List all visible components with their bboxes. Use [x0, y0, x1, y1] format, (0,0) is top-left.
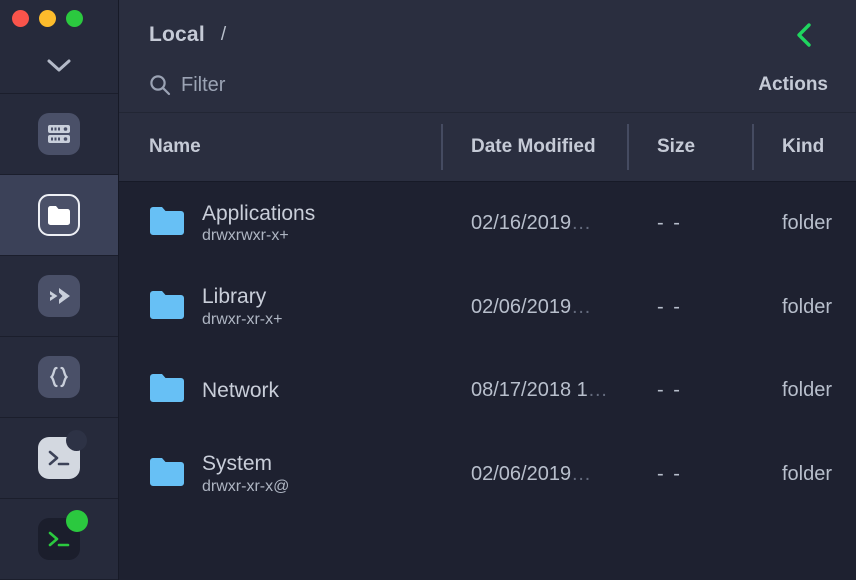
breadcrumb: Local / [149, 0, 856, 58]
file-date: 02/06/2019… [471, 463, 591, 486]
file-name: Library [202, 285, 282, 309]
file-kind: folder [782, 296, 832, 319]
sidebar-item-code[interactable] [0, 337, 118, 418]
cell-size: - - [627, 182, 752, 266]
sidebar-item-files[interactable] [0, 175, 118, 256]
cell-kind: folder [752, 349, 856, 433]
column-header-date-modified[interactable]: Date Modified [441, 113, 627, 181]
file-size: - - [657, 212, 682, 235]
main-panel: Local / Filter Actions [119, 0, 856, 580]
file-list: Applications drwxrwxr-x+ 02/16/2019… - -… [119, 182, 856, 580]
file-name-block: System drwxr-xr-x@ [202, 452, 289, 496]
table-row[interactable]: Network 08/17/2018 1… - - folder [119, 349, 856, 433]
cell-size: - - [627, 349, 752, 433]
folder-icon [38, 194, 80, 236]
chevron-down-icon [46, 57, 72, 73]
toolbar: Local / Filter Actions [119, 0, 856, 112]
search-icon [149, 74, 171, 96]
close-button[interactable] [12, 10, 29, 27]
cell-kind: folder [752, 182, 856, 266]
filter-placeholder: Filter [181, 74, 225, 97]
sidebar-item-transfers[interactable] [0, 256, 118, 337]
table-row[interactable]: Library drwxr-xr-x+ 02/06/2019… - - fold… [119, 266, 856, 350]
cell-date-modified: 02/06/2019… [441, 433, 627, 517]
cell-size: - - [627, 433, 752, 517]
folder-icon [149, 290, 185, 325]
file-permissions: drwxr-xr-x+ [202, 311, 282, 329]
cell-kind: folder [752, 433, 856, 517]
cell-name: Library drwxr-xr-x+ [119, 266, 441, 350]
column-header-kind[interactable]: Kind [752, 113, 856, 181]
truncation-ellipsis: … [571, 463, 591, 485]
terminal-icon [38, 518, 80, 560]
file-date: 02/06/2019… [471, 296, 591, 319]
actions-button[interactable]: Actions [758, 74, 828, 96]
status-badge [66, 430, 87, 451]
curly-braces-icon [38, 356, 80, 398]
folder-icon [149, 457, 185, 492]
file-date: 02/16/2019… [471, 212, 591, 235]
sidebar-rail [0, 94, 118, 580]
sidebar-item-servers[interactable] [0, 94, 118, 175]
file-name-block: Applications drwxrwxr-x+ [202, 202, 315, 246]
zoom-button[interactable] [66, 10, 83, 27]
file-name: Applications [202, 202, 315, 226]
file-name-block: Network [202, 379, 279, 403]
sidebar [0, 0, 119, 580]
file-size: - - [657, 296, 682, 319]
sidebar-item-terminal[interactable] [0, 418, 118, 499]
folder-icon [149, 206, 185, 241]
cell-name: System drwxr-xr-x@ [119, 433, 441, 517]
column-header-size[interactable]: Size [627, 113, 752, 181]
app-window: Local / Filter Actions [0, 0, 856, 580]
cell-name: Applications drwxrwxr-x+ [119, 182, 441, 266]
cell-date-modified: 02/06/2019… [441, 266, 627, 350]
truncation-ellipsis: … [571, 212, 591, 234]
double-arrow-icon [38, 275, 80, 317]
cell-name: Network [119, 349, 441, 433]
file-size: - - [657, 463, 682, 486]
cell-kind: folder [752, 266, 856, 350]
file-permissions: drwxr-xr-x@ [202, 478, 289, 496]
terminal-icon [38, 437, 80, 479]
back-button[interactable] [794, 22, 816, 48]
breadcrumb-item-local[interactable]: Local [149, 23, 205, 47]
search-input[interactable]: Filter [149, 74, 225, 97]
breadcrumb-separator: / [221, 24, 226, 46]
file-name: Network [202, 379, 279, 403]
folder-icon [149, 373, 185, 408]
table-row[interactable]: Applications drwxrwxr-x+ 02/16/2019… - -… [119, 182, 856, 266]
file-permissions: drwxrwxr-x+ [202, 227, 315, 245]
filter-row: Filter Actions [149, 58, 856, 112]
sidebar-collapse-button[interactable] [0, 37, 118, 94]
status-badge [66, 510, 88, 532]
file-name: System [202, 452, 289, 476]
file-size: - - [657, 379, 682, 402]
minimize-button[interactable] [39, 10, 56, 27]
file-name-block: Library drwxr-xr-x+ [202, 285, 282, 329]
cell-date-modified: 02/16/2019… [441, 182, 627, 266]
cell-size: - - [627, 266, 752, 350]
file-kind: folder [782, 463, 832, 486]
file-kind: folder [782, 212, 832, 235]
chevron-left-icon [794, 22, 816, 48]
file-kind: folder [782, 379, 832, 402]
column-header-name[interactable]: Name [119, 113, 441, 181]
sidebar-item-terminal-active[interactable] [0, 499, 118, 580]
server-rack-icon [38, 113, 80, 155]
truncation-ellipsis: … [571, 296, 591, 318]
window-controls [0, 0, 118, 37]
table-header: Name Date Modified Size Kind [119, 112, 856, 182]
truncation-ellipsis: … [588, 379, 608, 401]
table-row[interactable]: System drwxr-xr-x@ 02/06/2019… - - folde… [119, 433, 856, 517]
file-date: 08/17/2018 1… [471, 379, 608, 402]
cell-date-modified: 08/17/2018 1… [441, 349, 627, 433]
